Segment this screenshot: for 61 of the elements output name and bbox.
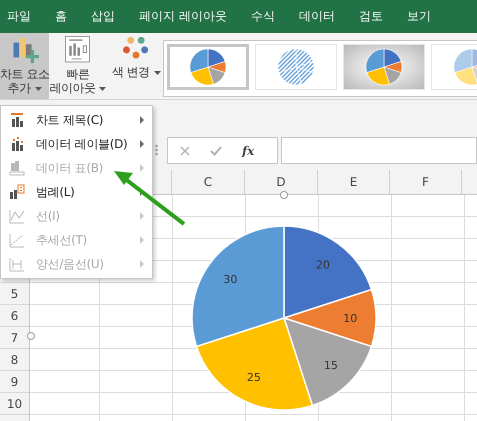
column-header[interactable]: E	[350, 175, 358, 189]
trendline-icon	[9, 232, 25, 248]
ribbon-button[interactable]: 색 변경	[112, 33, 160, 99]
data-label: 25	[246, 371, 261, 384]
ribbon-tab[interactable]: 파일	[7, 8, 31, 25]
submenu-arrow-icon	[140, 212, 144, 220]
ribbon-tab[interactable]: 페이지 레이아웃	[139, 8, 227, 25]
annotation-arrow	[114, 171, 186, 226]
ribbon-tab[interactable]: 수식	[250, 8, 275, 25]
ribbon-button[interactable]: 빠른 레이아웃	[49, 33, 106, 99]
bar-chart-plus-icon	[10, 36, 39, 64]
data-label: 15	[324, 358, 338, 372]
pie-chart-thumbnail	[188, 47, 228, 87]
submenu-arrow-icon	[140, 116, 144, 124]
row-header[interactable]: 5	[10, 286, 18, 300]
ribbon-tab[interactable]: 보기	[406, 8, 431, 25]
menu-item[interactable]: 데이터 레이블(D)	[1, 132, 152, 156]
chart-style-option[interactable]	[255, 44, 338, 90]
up-down-bars-icon	[9, 256, 25, 272]
ribbon-tab[interactable]: 데이터	[298, 8, 335, 25]
submenu-arrow-icon	[140, 260, 144, 268]
grip-handle[interactable]	[155, 144, 158, 156]
formula-input[interactable]	[281, 137, 477, 164]
chart-title-icon	[9, 112, 25, 128]
chart-style-option[interactable]	[343, 44, 426, 90]
ribbon-tab[interactable]: 검토	[358, 8, 383, 25]
cancel-icon[interactable]	[180, 146, 190, 156]
insert-function-button[interactable]: fx	[242, 144, 254, 158]
data-label: 30	[223, 273, 238, 286]
ribbon-tab[interactable]: 홈	[55, 8, 67, 25]
menu-item[interactable]: 차트 제목(C)	[1, 108, 152, 132]
menu-item[interactable]: 범례(L)	[1, 180, 152, 204]
submenu-arrow-icon	[140, 140, 144, 148]
column-header[interactable]: F	[422, 175, 429, 189]
lines-icon	[9, 208, 25, 224]
data-label: 20	[316, 258, 330, 272]
row-header[interactable]: 6	[10, 308, 18, 322]
pie-chart-thumbnail	[276, 47, 316, 87]
row-header[interactable]: 8	[10, 352, 18, 366]
data-labels-icon	[9, 136, 25, 152]
ribbon-tab[interactable]: 삽입	[91, 8, 115, 25]
chart-style-option[interactable]	[167, 44, 250, 90]
row-header[interactable]: 10	[6, 396, 22, 410]
resize-handle[interactable]	[280, 191, 288, 199]
data-table-icon	[9, 160, 25, 176]
submenu-arrow-icon	[140, 236, 144, 244]
column-header[interactable]: C	[204, 175, 212, 189]
caret-icon	[99, 86, 106, 91]
submenu-arrow-icon	[140, 164, 144, 172]
data-label: 10	[343, 312, 358, 325]
caret-icon	[154, 70, 161, 75]
caret-icon	[34, 86, 42, 91]
row-header[interactable]: 7	[10, 330, 18, 344]
resize-handle[interactable]	[27, 332, 35, 340]
column-header[interactable]: D	[276, 175, 286, 189]
pie-chart-thumbnail	[364, 47, 404, 87]
check-icon[interactable]	[210, 146, 222, 156]
ribbon-button[interactable]: 차트 요소 추가	[0, 33, 50, 99]
row-header[interactable]: 9	[10, 374, 18, 388]
chart-layout-icon	[65, 36, 90, 64]
legend-icon	[9, 184, 25, 200]
